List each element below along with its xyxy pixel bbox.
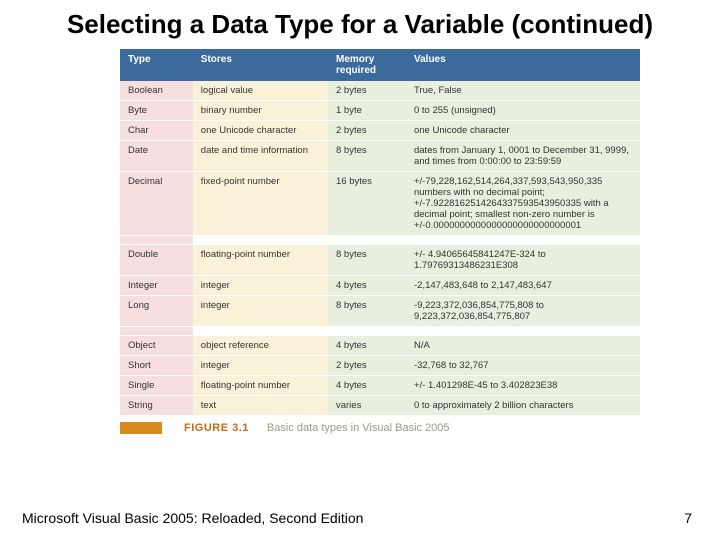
table-row: Singlefloating-point number4 bytes+/- 1.… [120,375,640,395]
values-cell: dates from January 1, 0001 to December 3… [406,140,640,171]
table-row: Booleanlogical value2 bytesTrue, False [120,81,640,101]
memory-cell: varies [328,395,406,415]
values-cell: one Unicode character [406,120,640,140]
figure-accent-bar [120,422,162,434]
type-cell: Double [120,244,193,275]
stores-cell: date and time information [193,140,328,171]
stores-cell: text [193,395,328,415]
header-type: Type [120,49,193,81]
values-cell: +/-79,228,162,514,264,337,593,543,950,33… [406,171,640,235]
table-row: Integerinteger4 bytes-2,147,483,648 to 2… [120,275,640,295]
values-cell: True, False [406,81,640,101]
memory-cell: 8 bytes [328,140,406,171]
datatype-table: Type Stores Memory required Values Boole… [120,49,640,416]
figure-description: Basic data types in Visual Basic 2005 [267,422,450,434]
table-header-row: Type Stores Memory required Values [120,49,640,81]
header-values: Values [406,49,640,81]
stores-cell: integer [193,275,328,295]
table-row: Longinteger8 bytes-9,223,372,036,854,775… [120,295,640,326]
table-row: Datedate and time information8 bytesdate… [120,140,640,171]
stores-cell: object reference [193,335,328,355]
table-row: Decimalfixed-point number16 bytes+/-79,2… [120,171,640,235]
values-cell: 0 to 255 (unsigned) [406,100,640,120]
type-cell: Short [120,355,193,375]
page-number: 7 [684,510,692,526]
header-memory: Memory required [328,49,406,81]
figure-label: FIGURE 3.1 [184,422,249,434]
stores-cell: fixed-point number [193,171,328,235]
memory-cell: 2 bytes [328,355,406,375]
memory-cell: 8 bytes [328,244,406,275]
memory-cell: 8 bytes [328,295,406,326]
table-row: Charone Unicode character2 bytesone Unic… [120,120,640,140]
values-cell: +/- 1.401298E-45 to 3.402823E38 [406,375,640,395]
figure-caption: FIGURE 3.1 Basic data types in Visual Ba… [120,422,720,434]
table-row: Doublefloating-point number8 bytes+/- 4.… [120,244,640,275]
stores-cell: integer [193,295,328,326]
values-cell: -2,147,483,648 to 2,147,483,647 [406,275,640,295]
stores-cell: floating-point number [193,375,328,395]
type-cell: Long [120,295,193,326]
table-row: Bytebinary number1 byte0 to 255 (unsigne… [120,100,640,120]
stores-cell: integer [193,355,328,375]
memory-cell: 1 byte [328,100,406,120]
type-cell: Object [120,335,193,355]
datatype-figure: Type Stores Memory required Values Boole… [120,49,640,416]
table-row: Objectobject reference4 bytesN/A [120,335,640,355]
footer-text: Microsoft Visual Basic 2005: Reloaded, S… [22,510,363,526]
memory-cell: 2 bytes [328,120,406,140]
table-gap [120,326,640,335]
table-gap [120,235,640,244]
memory-cell: 4 bytes [328,275,406,295]
header-stores: Stores [193,49,328,81]
stores-cell: one Unicode character [193,120,328,140]
values-cell: -9,223,372,036,854,775,808 to 9,223,372,… [406,295,640,326]
memory-cell: 4 bytes [328,375,406,395]
type-cell: Decimal [120,171,193,235]
values-cell: 0 to approximately 2 billion characters [406,395,640,415]
values-cell: +/- 4.94065645841247E-324 to 1.797693134… [406,244,640,275]
stores-cell: floating-point number [193,244,328,275]
slide-title: Selecting a Data Type for a Variable (co… [0,0,720,45]
type-cell: Char [120,120,193,140]
type-cell: String [120,395,193,415]
values-cell: -32,768 to 32,767 [406,355,640,375]
type-cell: Boolean [120,81,193,101]
memory-cell: 2 bytes [328,81,406,101]
type-cell: Single [120,375,193,395]
table-row: Shortinteger2 bytes-32,768 to 32,767 [120,355,640,375]
stores-cell: binary number [193,100,328,120]
stores-cell: logical value [193,81,328,101]
type-cell: Integer [120,275,193,295]
type-cell: Byte [120,100,193,120]
memory-cell: 16 bytes [328,171,406,235]
values-cell: N/A [406,335,640,355]
type-cell: Date [120,140,193,171]
memory-cell: 4 bytes [328,335,406,355]
table-row: Stringtextvaries0 to approximately 2 bil… [120,395,640,415]
